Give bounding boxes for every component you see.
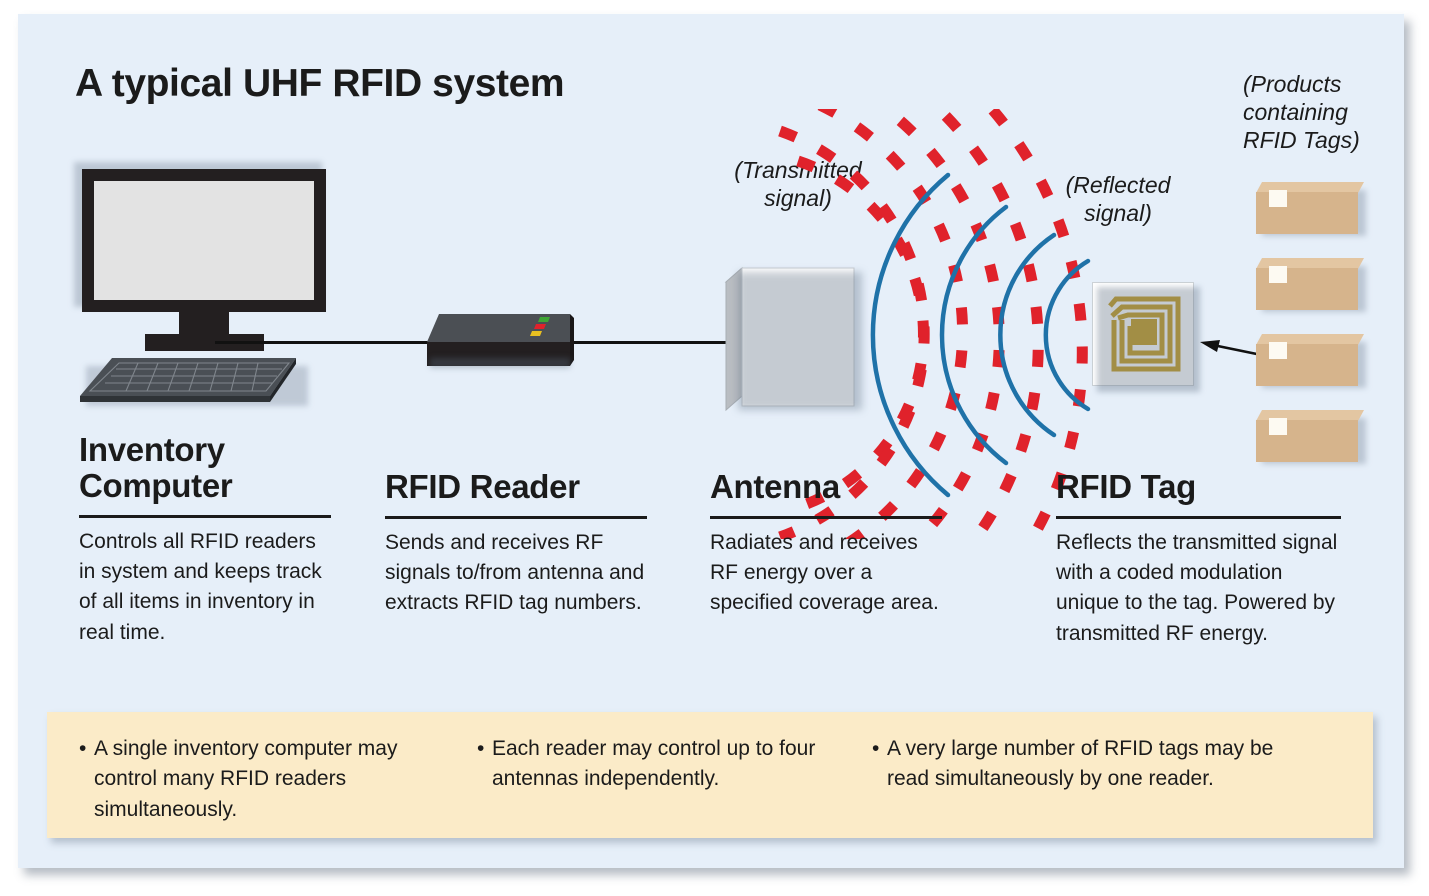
rfid-reader-icon — [422, 310, 577, 380]
note-item: • A very large number of RFID tags may b… — [872, 734, 1302, 795]
column-body-text: Controls all RFID readers in system and … — [79, 529, 322, 644]
box-rfid-label — [1269, 266, 1287, 283]
rfid-tag-icon — [1092, 282, 1200, 392]
column-heading: Inventory Computer — [79, 432, 331, 504]
inventory-computer-icon — [64, 154, 344, 424]
column-divider — [710, 515, 942, 519]
diagram-canvas: A typical UHF RFID system (Transmitted s… — [18, 14, 1404, 868]
column-body-text: Sends and receives RF signals to/from an… — [385, 530, 645, 615]
products-annotation-line2: containing — [1243, 99, 1348, 126]
column-heading: RFID Tag — [1056, 432, 1341, 505]
products-annotation: (Products containing RFID Tags) — [1243, 70, 1418, 154]
column-body-text: Radiates and receives RF energy over a s… — [710, 530, 939, 615]
column-heading: Antenna — [710, 432, 942, 505]
column-heading-line2: Computer — [79, 466, 233, 504]
column-divider — [1056, 515, 1341, 519]
column-body-text: Reflects the transmitted signal with a c… — [1056, 530, 1338, 645]
note-item: • Each reader may control up to four ant… — [477, 734, 862, 795]
column-heading-line1: Inventory — [79, 431, 225, 468]
product-box — [1256, 334, 1366, 388]
reader-to-antenna-cable — [571, 341, 749, 344]
page-title: A typical UHF RFID system — [75, 62, 565, 105]
monitor-bezel — [82, 169, 326, 312]
column-rfid-reader: RFID Reader Sends and receives RF signal… — [385, 432, 647, 619]
note-item: • A single inventory computer may contro… — [79, 734, 454, 825]
monitor-screen — [94, 181, 314, 300]
column-heading-line1: Antenna — [710, 468, 840, 505]
notes-band: • A single inventory computer may contro… — [47, 712, 1373, 838]
product-boxes-group — [1256, 182, 1376, 467]
column-heading: RFID Reader — [385, 432, 647, 505]
products-annotation-line1: (Products — [1243, 71, 1342, 97]
box-rfid-label — [1269, 342, 1287, 359]
column-rfid-tag: RFID Tag Reflects the transmitted signal… — [1056, 432, 1341, 649]
column-divider — [79, 514, 331, 518]
column-heading-line1: RFID Tag — [1056, 468, 1196, 505]
computer-to-reader-cable — [215, 341, 440, 344]
note-text: A very large number of RFID tags may be … — [887, 737, 1274, 791]
bullet-glyph: • — [872, 737, 880, 760]
column-heading-line1: RFID Reader — [385, 468, 580, 505]
tag-shadow — [1097, 287, 1200, 392]
reader-body — [427, 314, 574, 366]
column-divider — [385, 515, 647, 519]
product-box — [1256, 182, 1366, 236]
box-rfid-label — [1269, 190, 1287, 207]
column-inventory-computer: Inventory Computer Controls all RFID rea… — [79, 432, 331, 648]
bullet-glyph: • — [79, 737, 87, 760]
keyboard-icon — [80, 358, 296, 402]
reader-shadow — [430, 358, 570, 368]
products-annotation-line3: RFID Tags) — [1243, 127, 1360, 154]
bullet-glyph: • — [477, 737, 485, 760]
product-box — [1256, 258, 1366, 312]
column-antenna: Antenna Radiates and receives RF energy … — [710, 432, 942, 619]
note-text: A single inventory computer may control … — [94, 737, 398, 821]
note-text: Each reader may control up to four anten… — [492, 737, 816, 791]
